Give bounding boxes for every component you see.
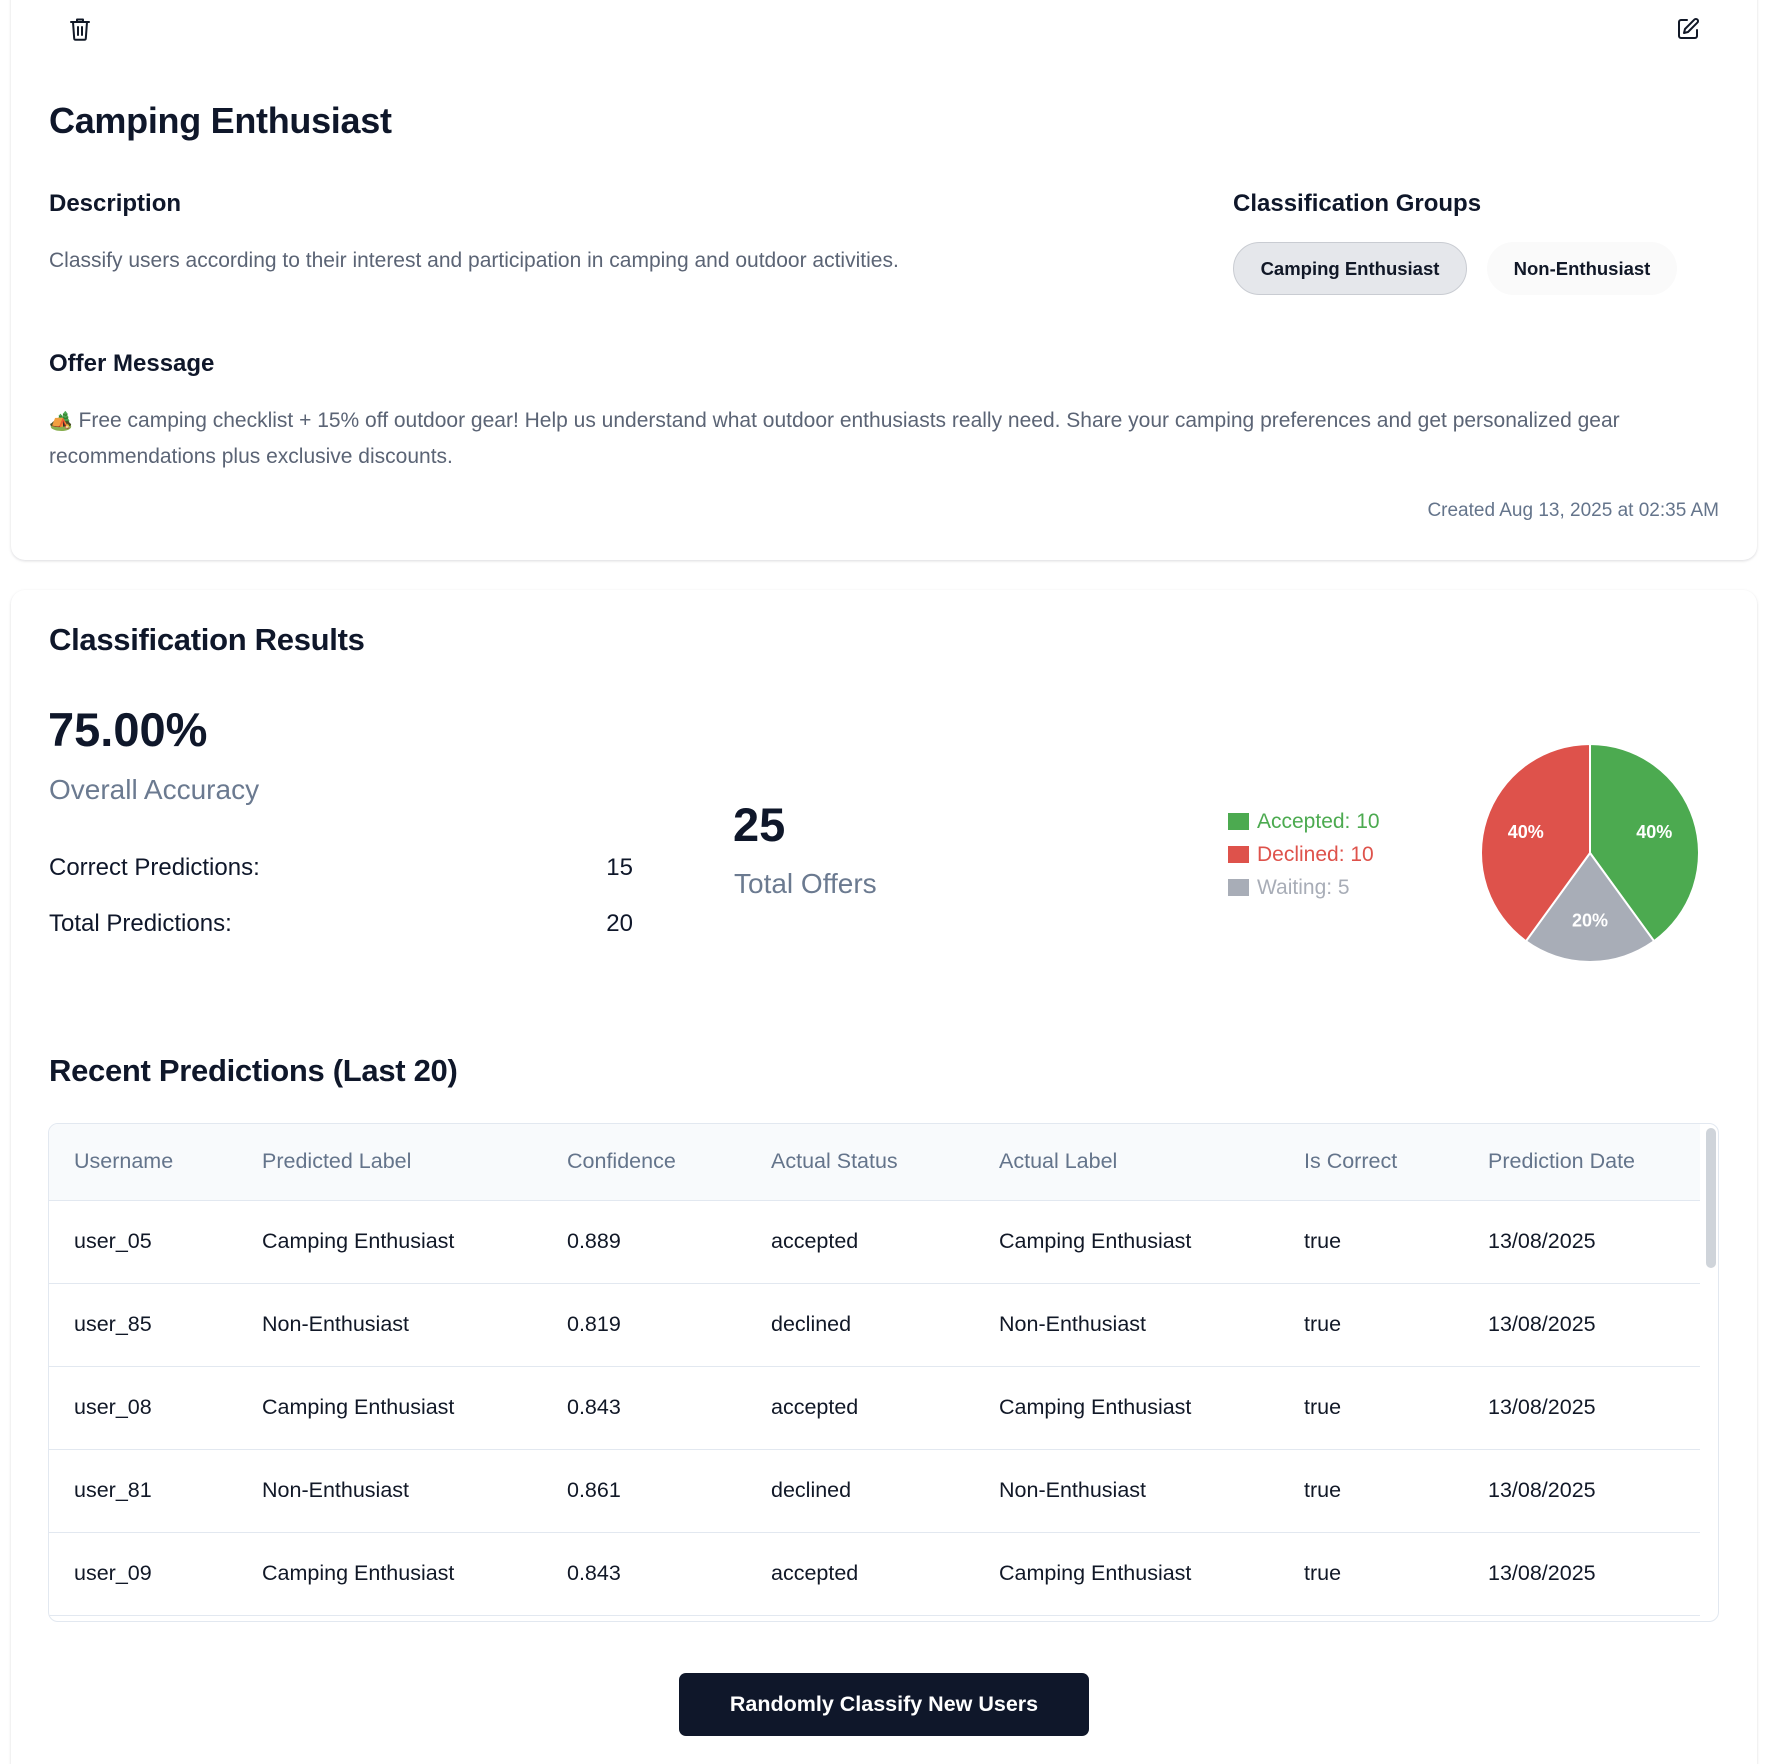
cell-actual-label: Non-Enthusiast xyxy=(974,1449,1279,1533)
cell-prediction-date: 13/08/2025 xyxy=(1463,1200,1700,1284)
edit-icon[interactable] xyxy=(1670,11,1706,47)
col-header-confidence: Confidence xyxy=(542,1124,746,1201)
description-text: Classify users according to their intere… xyxy=(49,249,899,272)
cell-username: user_85 xyxy=(49,1283,237,1367)
legend-label-waiting: Waiting: 5 xyxy=(1257,876,1350,899)
cell-confidence: 0.819 xyxy=(542,1283,746,1367)
col-header-prediction-date: Prediction Date xyxy=(1463,1124,1700,1201)
table-row: user_09 Camping Enthusiast 0.843 accepted Ca… xyxy=(49,1532,1700,1616)
legend-item-accepted: Accepted: 10 xyxy=(1228,805,1380,838)
table-row: user_85 Non-Enthusiast 0.819 declined Non-En… xyxy=(49,1283,1700,1367)
cell-confidence: 0.861 xyxy=(542,1449,746,1533)
results-heading: Classification Results xyxy=(49,622,365,657)
cell-is-correct: true xyxy=(1279,1366,1463,1450)
legend-label-accepted: Accepted: 10 xyxy=(1257,810,1380,833)
predictions-table: Username Predicted Label Confidence Actu… xyxy=(49,1124,1700,1616)
cell-actual-label: Non-Enthusiast xyxy=(974,1283,1279,1367)
total-predictions-row: Total Predictions: 20 xyxy=(49,910,633,938)
cell-predicted-label: Camping Enthusiast xyxy=(237,1366,542,1450)
cell-predicted-label: Non-Enthusiast xyxy=(237,1283,542,1367)
total-offers-label: Total Offers xyxy=(734,868,877,899)
legend-label-declined: Declined: 10 xyxy=(1257,843,1374,866)
legend-swatch-waiting xyxy=(1228,879,1249,896)
col-header-is-correct: Is Correct xyxy=(1279,1124,1463,1201)
cell-prediction-date: 13/08/2025 xyxy=(1463,1366,1700,1450)
predictions-table-container[interactable]: Username Predicted Label Confidence Actu… xyxy=(48,1123,1719,1622)
cell-actual-label: Camping Enthusiast xyxy=(974,1366,1279,1450)
correct-predictions-row: Correct Predictions: 15 xyxy=(49,854,633,882)
cell-username: user_81 xyxy=(49,1449,237,1533)
cell-actual-label: Camping Enthusiast xyxy=(974,1200,1279,1284)
offer-message-text: 🏕️ Free camping checklist + 15% off outd… xyxy=(49,403,1729,474)
cell-username: user_08 xyxy=(49,1366,237,1450)
cell-predicted-label: Camping Enthusiast xyxy=(237,1532,542,1616)
table-header-row: Username Predicted Label Confidence Actu… xyxy=(49,1124,1700,1201)
description-heading: Description xyxy=(49,190,182,217)
cell-confidence: 0.843 xyxy=(542,1532,746,1616)
group-pill-camping-enthusiast[interactable]: Camping Enthusiast xyxy=(1233,242,1467,295)
cell-is-correct: true xyxy=(1279,1283,1463,1367)
predictions-heading: Recent Predictions (Last 20) xyxy=(49,1053,458,1088)
table-row: user_08 Camping Enthusiast 0.843 accepted Ca… xyxy=(49,1366,1700,1450)
tent-emoji-icon: 🏕️ xyxy=(49,411,73,432)
table-row: user_05 Camping Enthusiast 0.889 accepted Ca… xyxy=(49,1200,1700,1284)
pie-label-waiting: 20% xyxy=(1572,911,1608,931)
cell-confidence: 0.843 xyxy=(542,1366,746,1450)
accuracy-label: Overall Accuracy xyxy=(49,774,260,805)
cell-prediction-date: 13/08/2025 xyxy=(1463,1283,1700,1367)
cell-is-correct: true xyxy=(1279,1449,1463,1533)
cell-username: user_05 xyxy=(49,1200,237,1284)
cell-prediction-date: 13/08/2025 xyxy=(1463,1532,1700,1616)
total-predictions-label: Total Predictions: xyxy=(49,910,232,937)
correct-predictions-value: 15 xyxy=(606,854,633,881)
correct-predictions-label: Correct Predictions: xyxy=(49,854,260,881)
offers-pie-chart: 40% 20% 40% xyxy=(1480,742,1700,963)
legend-item-waiting: Waiting: 5 xyxy=(1228,871,1380,904)
cell-actual-status: declined xyxy=(746,1449,974,1533)
page-title: Camping Enthusiast xyxy=(49,100,392,141)
cell-actual-status: accepted xyxy=(746,1200,974,1284)
cell-predicted-label: Camping Enthusiast xyxy=(237,1200,542,1284)
table-row: user_81 Non-Enthusiast 0.861 declined Non-En… xyxy=(49,1449,1700,1533)
cell-actual-status: accepted xyxy=(746,1532,974,1616)
cell-actual-status: accepted xyxy=(746,1366,974,1450)
col-header-actual-status: Actual Status xyxy=(746,1124,974,1201)
created-timestamp: Created Aug 13, 2025 at 02:35 AM xyxy=(1427,500,1719,521)
col-header-username: Username xyxy=(49,1124,237,1201)
randomly-classify-button[interactable]: Randomly Classify New Users xyxy=(679,1673,1089,1736)
cell-is-correct: true xyxy=(1279,1200,1463,1284)
accuracy-value: 75.00% xyxy=(48,703,208,756)
cell-confidence: 0.889 xyxy=(542,1200,746,1284)
cell-actual-status: declined xyxy=(746,1283,974,1367)
legend-swatch-accepted xyxy=(1228,813,1249,830)
classification-groups-heading: Classification Groups xyxy=(1233,190,1482,217)
col-header-predicted-label: Predicted Label xyxy=(237,1124,542,1201)
pie-label-declined: 40% xyxy=(1508,822,1544,842)
cell-actual-label: Camping Enthusiast xyxy=(974,1532,1279,1616)
cell-username: user_09 xyxy=(49,1532,237,1616)
table-scrollbar[interactable] xyxy=(1706,1128,1716,1268)
total-offers-value: 25 xyxy=(733,798,786,851)
col-header-actual-label: Actual Label xyxy=(974,1124,1279,1201)
legend-item-declined: Declined: 10 xyxy=(1228,838,1380,871)
total-predictions-value: 20 xyxy=(606,910,633,937)
chart-legend: Accepted: 10 Declined: 10 Waiting: 5 xyxy=(1228,805,1380,904)
offer-message-heading: Offer Message xyxy=(49,350,215,377)
offer-message-body: Free camping checklist + 15% off outdoor… xyxy=(49,409,1620,468)
cell-is-correct: true xyxy=(1279,1532,1463,1616)
legend-swatch-declined xyxy=(1228,846,1249,863)
cell-predicted-label: Non-Enthusiast xyxy=(237,1449,542,1533)
pie-label-accepted: 40% xyxy=(1636,822,1672,842)
trash-icon[interactable] xyxy=(62,11,98,47)
group-pill-non-enthusiast[interactable]: Non-Enthusiast xyxy=(1487,242,1677,295)
cell-prediction-date: 13/08/2025 xyxy=(1463,1449,1700,1533)
